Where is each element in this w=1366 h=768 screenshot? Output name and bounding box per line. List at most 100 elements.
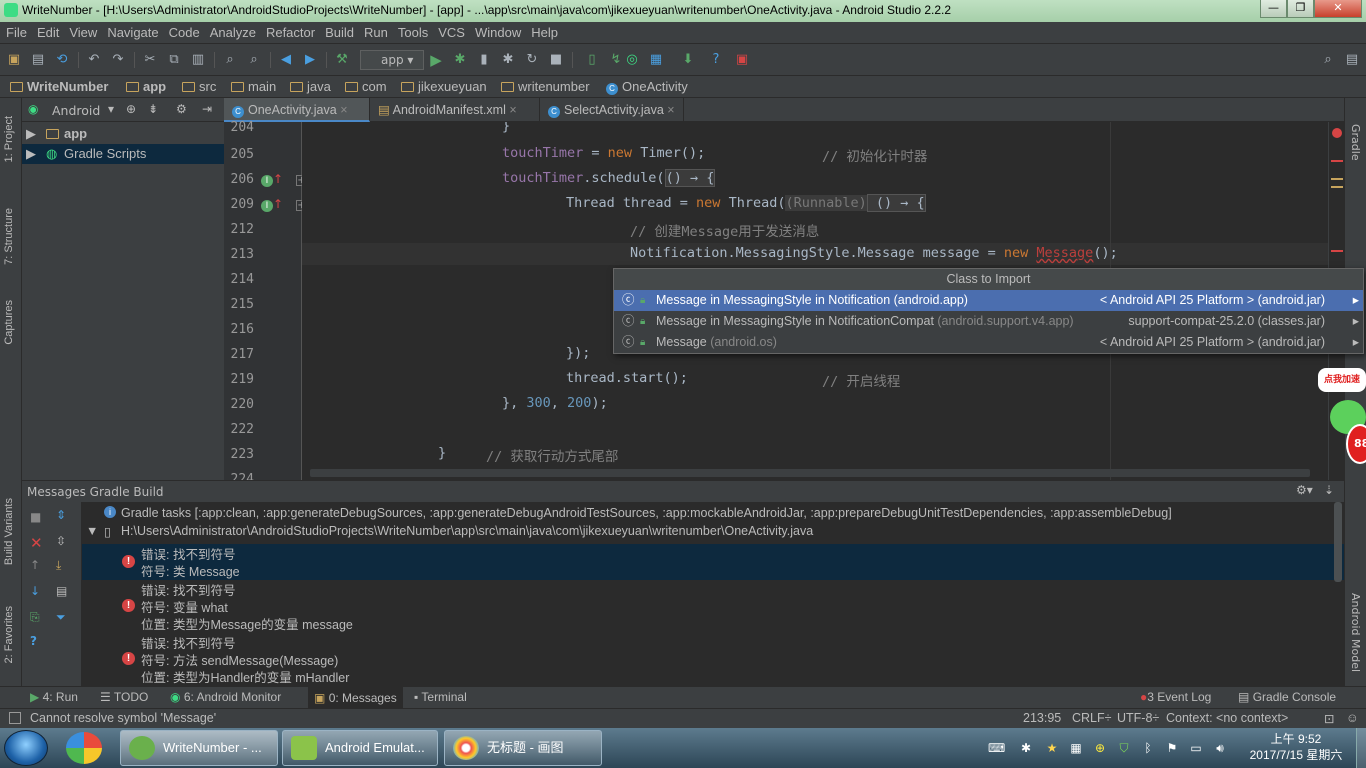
expand-all-icon[interactable]: ⇕ [56, 508, 66, 522]
bluetooth-icon[interactable]: ᛒ [1140, 740, 1156, 756]
menu-view[interactable]: View [63, 22, 101, 40]
sync-gradle-icon[interactable]: ↯ [608, 52, 624, 68]
tree-item-gradle-scripts[interactable]: ▶ ◍ Gradle Scripts [22, 144, 224, 164]
arrow-up-icon[interactable]: ↑ [273, 197, 283, 211]
horizontal-scrollbar[interactable] [310, 469, 1310, 477]
tool-tab-build-variants[interactable]: Build Variants [3, 498, 15, 565]
close-icon[interactable]: ✕ [30, 534, 43, 552]
menu-analyze[interactable]: Analyze [204, 22, 260, 40]
vertical-scrollbar[interactable] [1334, 502, 1342, 582]
menu-navigate[interactable]: Navigate [101, 22, 162, 40]
cut-icon[interactable]: ✂ [142, 52, 158, 68]
open-folder-icon[interactable]: ▣ [6, 52, 22, 68]
hide-icon[interactable]: ⇥ [202, 102, 212, 116]
menu-refactor[interactable]: Refactor [260, 22, 319, 40]
stop-icon[interactable]: ■ [548, 52, 564, 68]
breadcrumb-src[interactable]: src [182, 79, 216, 94]
taskbar-app-emulator[interactable]: Android Emulat... [282, 730, 438, 766]
export-icon[interactable]: ⤓ [56, 558, 61, 573]
tool-tab-gradle[interactable]: Gradle [1349, 124, 1362, 161]
collapse-icon[interactable]: ⇟ [148, 102, 158, 116]
gear-icon[interactable]: ✱ [1018, 740, 1034, 756]
tab-selectactivity[interactable]: C SelectActivity.java × [540, 98, 684, 122]
taskbar-app-writenumber[interactable]: WriteNumber - ... [120, 730, 278, 766]
undo-icon[interactable]: ↶ [86, 52, 102, 68]
list-item[interactable]: ▼ ▯ H:\Users\Administrator\AndroidStudio… [82, 524, 1344, 543]
project-view-mode[interactable]: Android [52, 103, 100, 118]
error-item[interactable]: ! 错误: 找不到符号 符号: 方法 sendMessage(Message) … [82, 633, 1344, 686]
pinned-app-icon[interactable] [66, 732, 102, 764]
gear-icon[interactable]: ⚙ [176, 102, 187, 116]
close-icon[interactable]: × [340, 103, 347, 117]
chevron-down-icon[interactable]: ▼ [86, 524, 98, 538]
taskbar-app-paint[interactable]: 无标题 - 画图 [444, 730, 602, 766]
android-device-monitor-icon[interactable]: ⬇ [680, 52, 696, 68]
hide-panel-icon[interactable]: ⇣ [1324, 483, 1334, 497]
expand-icon[interactable]: ▶ [26, 124, 36, 144]
caret-position[interactable]: 213:95 [1023, 711, 1061, 725]
display-icon[interactable]: ▭ [1188, 740, 1204, 756]
override-icon[interactable]: I [261, 175, 273, 187]
inspector-icon[interactable]: ☺ [1346, 711, 1359, 725]
line-separator[interactable]: CRLF÷ [1072, 711, 1112, 725]
breadcrumb-writenumber[interactable]: writenumber [501, 79, 590, 94]
apply-changes-icon[interactable]: ↻ [524, 52, 540, 68]
menu-run[interactable]: Run [358, 22, 392, 40]
network-icon[interactable]: ▦ [1068, 740, 1084, 756]
coverage-icon[interactable]: ▮ [476, 52, 492, 68]
breadcrumb-class[interactable]: C OneActivity [606, 79, 688, 95]
project-structure-icon[interactable]: ▦ [648, 52, 664, 68]
stop-icon[interactable]: ■ [30, 510, 41, 524]
file-encoding[interactable]: UTF-8÷ [1117, 711, 1159, 725]
minimize-button[interactable]: — [1260, 0, 1287, 18]
run-configuration-select[interactable]: app ▾ [360, 50, 424, 70]
back-icon[interactable]: ◀ [278, 52, 294, 68]
attach-debugger-icon[interactable]: ✱ [500, 52, 516, 68]
error-item[interactable]: ! 错误: 找不到符号 符号: 类 Message [82, 544, 1344, 580]
list-item[interactable]: i Gradle tasks [:app:clean, :app:generat… [82, 506, 1344, 524]
tool-tab-structure[interactable]: 7: Structure [3, 208, 15, 265]
paste-icon[interactable]: ▥ [190, 52, 206, 68]
chevron-down-icon[interactable]: ▾ [108, 102, 114, 116]
expand-icon[interactable]: ▤ [1344, 52, 1360, 68]
sync-scroll-icon[interactable]: ⊕ [126, 102, 136, 116]
restore-icon[interactable]: ⎘ [30, 610, 40, 625]
menu-build[interactable]: Build [319, 22, 358, 40]
search-everywhere-icon[interactable]: ⌕ [1320, 52, 1336, 68]
find-icon[interactable]: ⌕ [222, 52, 238, 68]
breadcrumb-app[interactable]: app [126, 79, 166, 94]
menu-vcs[interactable]: VCS [432, 22, 469, 40]
redo-icon[interactable]: ↷ [110, 52, 126, 68]
tab-androidmanifest[interactable]: ▤ AndroidManifest.xml × [370, 98, 540, 122]
breadcrumb-project[interactable]: WriteNumber [10, 79, 108, 94]
chevron-right-icon[interactable]: ▸ [1353, 290, 1359, 311]
chevron-right-icon[interactable]: ▸ [1353, 311, 1359, 332]
windows-start-button[interactable] [4, 730, 48, 766]
breadcrumb-java[interactable]: java [290, 79, 331, 94]
error-marker[interactable] [1331, 160, 1343, 162]
tool-tab-captures[interactable]: Captures [3, 300, 15, 345]
menu-file[interactable]: File [0, 22, 31, 40]
help-icon[interactable]: ? [30, 634, 37, 648]
volume-icon[interactable]: 🔊︎ [1212, 740, 1228, 756]
lock-icon[interactable]: ⊡ [1324, 711, 1334, 726]
close-button[interactable]: ✕ [1314, 0, 1362, 18]
import-option[interactable]: ⓒ 🔒︎ Message (android.os) < Android API … [614, 332, 1363, 353]
menu-edit[interactable]: Edit [31, 22, 63, 40]
menu-tools[interactable]: Tools [392, 22, 432, 40]
close-icon[interactable]: × [509, 103, 516, 117]
run-icon[interactable]: ▶ [428, 52, 444, 68]
chevron-right-icon[interactable]: ▸ [1353, 332, 1359, 353]
tree-item-app[interactable]: ▶ app [22, 124, 224, 144]
breadcrumb-com[interactable]: com [345, 79, 387, 94]
tool-tab-favorites[interactable]: 2: Favorites [3, 606, 15, 663]
expand-icon[interactable]: ▶ [26, 144, 36, 164]
tab-todo[interactable]: ☰ TODO [100, 690, 148, 704]
forward-icon[interactable]: ▶ [302, 52, 318, 68]
import-option[interactable]: ⓒ 🔒︎ Message in MessagingStyle in Notifi… [614, 311, 1363, 332]
close-icon[interactable]: × [667, 103, 674, 117]
breadcrumb-jikexueyuan[interactable]: jikexueyuan [401, 79, 487, 94]
error-marker[interactable] [1331, 250, 1343, 252]
maximize-button[interactable]: ❐ [1287, 0, 1314, 18]
sdk-manager-icon[interactable]: ◎ [624, 52, 640, 68]
